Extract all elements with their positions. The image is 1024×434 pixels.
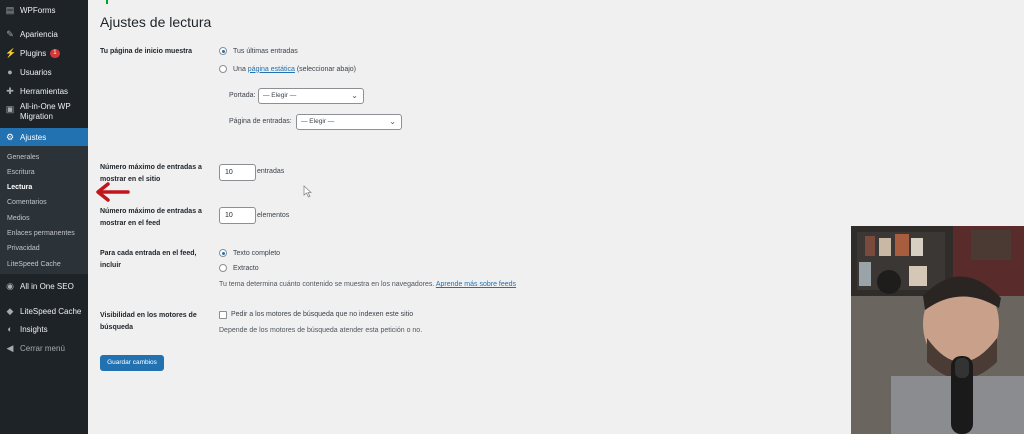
submenu-lectura[interactable]: Lectura — [7, 184, 32, 191]
discourage-search-checkbox[interactable] — [219, 311, 227, 319]
sidebar-item-label: All-in-One WP Migration — [20, 102, 71, 121]
radio-label: Texto completo — [233, 249, 281, 257]
entradas-page-select[interactable]: — Elegir — ⌄ — [296, 114, 402, 130]
sidebar-item-label: LiteSpeed Cache — [20, 306, 82, 316]
search-visibility-description: Depende de los motores de búsqueda atend… — [219, 327, 423, 334]
chevron-down-icon: ⌄ — [389, 117, 396, 126]
feeds-learn-more-link[interactable]: Aprende más sobre feeds — [436, 281, 516, 288]
insights-icon: ◐ — [7, 324, 13, 334]
sidebar-item-label: WPForms — [20, 5, 56, 15]
sidebar-item-usuarios[interactable]: ● Usuarios — [0, 65, 88, 79]
radio-selected-icon — [219, 47, 227, 55]
radio-static-page[interactable]: Una página estática (seleccionar abajo) — [219, 65, 356, 73]
users-icon: ● — [7, 67, 13, 77]
mouse-pointer-icon — [303, 185, 312, 198]
sidebar-item-label: Plugins — [20, 48, 47, 58]
sidebar-item-all-in-one-seo[interactable]: ◉ All in One SEO — [0, 279, 88, 293]
posts-per-page-input[interactable]: 10 — [219, 164, 256, 181]
posts-per-feed-input[interactable]: 10 — [219, 207, 256, 224]
litespeed-icon: ◆ — [6, 306, 14, 316]
posts-per-feed-label: Número máximo de entradas a mostrar en e… — [100, 208, 202, 227]
save-changes-button[interactable]: Guardar cambios — [100, 355, 164, 371]
posts-per-page-unit: entradas — [257, 168, 285, 175]
radio-label-suffix: (seleccionar abajo) — [296, 65, 356, 73]
wpforms-icon: ▤ — [5, 5, 15, 15]
plugin-icon: ⚡ — [5, 48, 17, 58]
sidebar-item-insights[interactable]: ◐ Insights — [0, 322, 88, 336]
feed-content-label: Para cada entrada en el feed, incluir — [100, 250, 197, 269]
submenu-escritura[interactable]: Escritura — [7, 169, 35, 176]
submenu-enlaces-permanentes[interactable]: Enlaces permanentes — [7, 230, 75, 237]
settings-icon: ⚙ — [5, 132, 15, 142]
sidebar-item-migration[interactable]: ▣ All-in-One WP Migration — [0, 102, 88, 126]
sidebar-item-label: Cerrar menú — [20, 343, 65, 353]
submenu-generales[interactable]: Generales — [7, 154, 39, 161]
sidebar-item-apariencia[interactable]: ✎ Apariencia — [0, 27, 88, 41]
portada-select[interactable]: — Elegir — ⌄ — [258, 88, 364, 104]
migration-icon: ▣ — [5, 104, 15, 114]
submenu-comentarios[interactable]: Comentarios — [7, 199, 47, 206]
submenu-privacidad[interactable]: Privacidad — [7, 245, 40, 252]
sidebar-item-litespeed-cache[interactable]: ◆ LiteSpeed Cache — [0, 304, 88, 318]
notice-border — [106, 0, 108, 4]
collapse-icon: ◀ — [6, 343, 14, 353]
radio-selected-icon — [219, 249, 227, 257]
webcam-overlay — [851, 226, 1024, 434]
submenu-medios[interactable]: Medios — [7, 215, 30, 222]
entradas-select-value: — Elegir — — [301, 118, 335, 125]
homepage-label: Tu página de inicio muestra — [100, 48, 193, 55]
sidebar-item-label: All in One SEO — [20, 281, 74, 291]
sidebar-item-plugins[interactable]: ⚡ Plugins 1 — [0, 46, 88, 60]
portada-select-value: — Elegir — — [263, 92, 297, 99]
feed-description: Tu tema determina cuánto contenido se mu… — [219, 281, 516, 288]
radio-label-prefix: Una — [233, 65, 246, 73]
entradas-page-label: Página de entradas: — [229, 118, 292, 125]
update-count-badge: 1 — [50, 48, 60, 58]
sidebar-collapse[interactable]: ◀ Cerrar menú — [0, 341, 88, 355]
radio-excerpt[interactable]: Extracto — [219, 264, 259, 272]
brush-icon: ✎ — [6, 29, 14, 39]
radio-latest-posts[interactable]: Tus últimas entradas — [219, 47, 298, 55]
submenu-litespeed-cache[interactable]: LiteSpeed Cache — [7, 261, 61, 268]
sidebar-item-label: Apariencia — [20, 29, 58, 39]
sidebar-item-herramientas[interactable]: ✚ Herramientas — [0, 84, 88, 98]
sidebar-item-label: Usuarios — [20, 67, 52, 77]
search-visibility-label: Visibilidad en los motores de búsqueda — [100, 312, 197, 331]
sidebar-item-ajustes[interactable]: ⚙ Ajustes — [0, 128, 88, 146]
annotation-arrow-icon — [96, 182, 130, 202]
radio-full-text[interactable]: Texto completo — [219, 249, 280, 257]
sidebar-item-label: Insights — [20, 324, 48, 334]
chevron-down-icon: ⌄ — [351, 91, 358, 100]
radio-unselected-icon — [219, 264, 227, 272]
admin-sidebar: ▤ WPForms ✎ Apariencia ⚡ Plugins 1 ● Usu… — [0, 0, 88, 434]
portada-label: Portada: — [229, 92, 256, 99]
sidebar-item-wpforms[interactable]: ▤ WPForms — [0, 3, 88, 17]
sidebar-item-label: Ajustes — [20, 132, 47, 142]
page-title: Ajustes de lectura — [100, 14, 212, 30]
posts-per-feed-unit: elementos — [257, 212, 290, 219]
seo-icon: ◉ — [6, 281, 14, 291]
radio-label: Tus últimas entradas — [233, 47, 298, 55]
feed-description-text: Tu tema determina cuánto contenido se mu… — [219, 281, 435, 288]
sidebar-item-label: Herramientas — [20, 86, 69, 96]
radio-label: Extracto — [233, 264, 259, 272]
presenter-video-image — [851, 226, 1024, 434]
wrench-icon: ✚ — [6, 86, 14, 96]
static-page-link[interactable]: página estática — [248, 66, 295, 73]
discourage-search-label: Pedir a los motores de búsqueda que no i… — [231, 311, 414, 318]
radio-unselected-icon — [219, 65, 227, 73]
settings-submenu: Generales Escritura Lectura Comentarios … — [0, 146, 88, 274]
